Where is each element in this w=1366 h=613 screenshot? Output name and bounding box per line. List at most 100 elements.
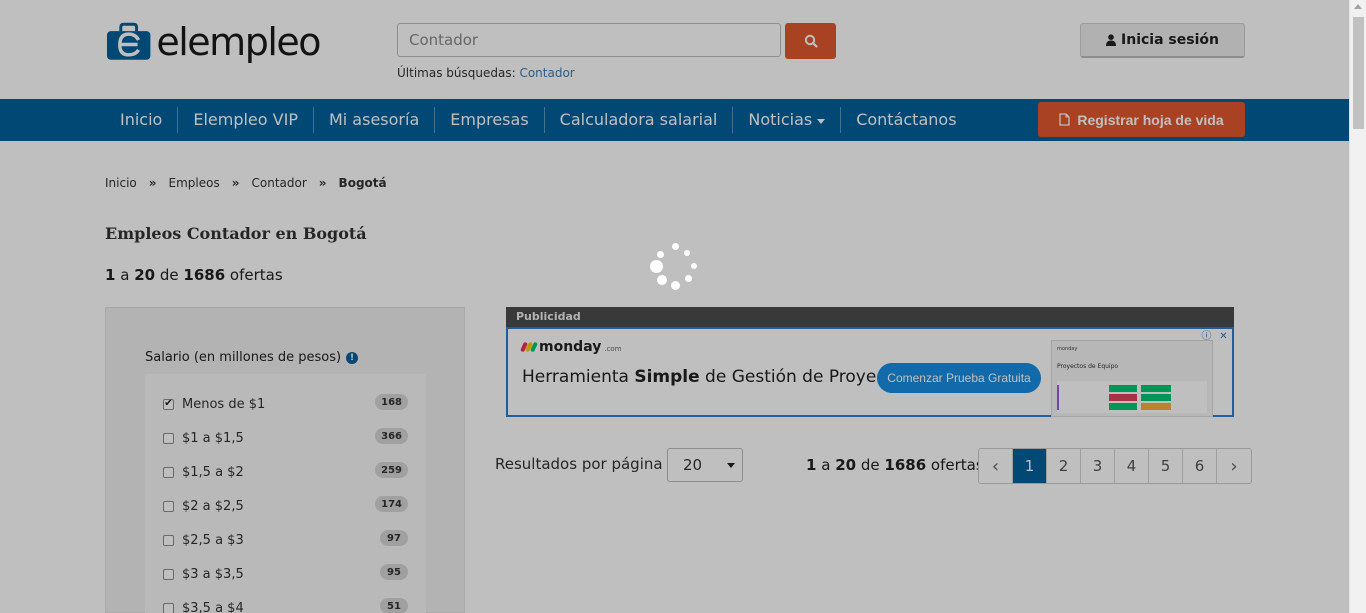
checkbox[interactable] [163,602,174,613]
page-title: Empleos Contador en Bogotá [105,224,367,243]
scrollbar-thumb[interactable] [1353,17,1364,129]
page-button-1[interactable]: 1 [1013,449,1047,483]
checkbox[interactable]: ✔ [163,398,174,410]
nav-item-elempleo-vip[interactable]: Elempleo VIP [178,107,314,133]
range-start: 1 [105,266,116,284]
results-summary: 1 a 20 de 1686 ofertas [806,456,984,474]
nav-item-calculadora-salarial[interactable]: Calculadora salarial [545,107,734,133]
breadcrumb-item-empleos[interactable]: Empleos [169,176,220,190]
per-page-label: Resultados por página [495,455,663,473]
filter-option-label: $1,5 a $2 [182,464,244,480]
filter-option[interactable]: $1,5 a $2 259 [163,462,408,482]
breadcrumb-separator: » [148,176,157,190]
filter-option-label: Menos de $1 [182,396,266,412]
filter-option[interactable]: $3,5 a $4 51 [163,598,408,613]
nav-item-mi-asesoria[interactable]: Mi asesoría [314,107,436,133]
search-icon [804,34,818,48]
breadcrumb-item-inicio[interactable]: Inicio [105,176,137,190]
count-badge: 259 [375,462,408,478]
breadcrumb-item-bogota: Bogotá [338,176,387,190]
nav-item-label: Mi asesoría [328,110,420,129]
breadcrumb: Inicio » Empleos » Contador » Bogotá [105,176,387,190]
nav-item-contactanos[interactable]: Contáctanos [841,107,971,133]
page-button-4[interactable]: 4 [1115,449,1149,483]
range-end: 20 [835,456,857,474]
filter-option[interactable]: $2 a $2,5 174 [163,496,408,516]
login-button[interactable]: Inicia sesión [1080,23,1245,58]
ad-preview-brand: monday [1057,346,1078,352]
range-connector: a [120,266,130,284]
breadcrumb-separator: » [231,176,240,190]
elempleo-logo[interactable]: elempleo [105,17,321,67]
page-button-3[interactable]: 3 [1081,449,1115,483]
info-icon[interactable]: ! [346,351,359,364]
salary-filter-title-text: Salario (en millones de pesos) [145,350,342,365]
count-badge: 97 [380,530,408,546]
filter-option-label: $2,5 a $3 [182,532,244,548]
register-cv-label: Registrar hoja de vida [1077,111,1224,128]
monday-logo-icon [520,341,538,353]
recent-searches-label: Últimas búsquedas: [397,66,516,80]
ad-brand-suffix: .com [604,345,622,353]
count-badge: 51 [380,598,408,613]
count-badge: 95 [380,564,408,580]
filter-option-label: $2 a $2,5 [182,498,244,514]
page-button-6[interactable]: 6 [1183,449,1217,483]
nav-item-label: Noticias [748,110,813,129]
ad-headline-bold: Simple [634,367,700,387]
site-header: elempleo Últimas búsquedas: Contador Ini… [0,0,1349,99]
ad-info-icon[interactable]: ⓘ [1200,330,1213,343]
of-label: de [159,266,179,284]
logo-text: elempleo [156,20,321,64]
nav-item-label: Elempleo VIP [193,110,298,129]
register-cv-button[interactable]: Registrar hoja de vida [1038,102,1245,137]
search-button[interactable] [785,23,836,59]
briefcase-logo-icon [106,22,151,60]
count-badge: 168 [375,394,408,410]
checkbox[interactable] [163,534,174,546]
prev-page-button[interactable]: ‹ [979,449,1013,483]
ad-banner[interactable]: monday .com Herramienta Simple de Gestió… [506,327,1234,417]
page-button-5[interactable]: 5 [1149,449,1183,483]
ad-preview-image: monday Proyectos de Equipo [1051,340,1213,417]
ad-cta-button[interactable]: Comenzar Prueba Gratuita [877,363,1041,393]
checkbox[interactable] [163,500,174,512]
loading-spinner-icon [648,243,700,293]
close-icon[interactable]: ✕ [1217,330,1230,343]
page-scrollbar[interactable] [1349,0,1366,613]
ad-headline-pre: Herramienta [522,367,635,387]
offers-label: ofertas [930,456,984,474]
nav-item-label: Calculadora salarial [559,110,718,129]
ad-controls: ⓘ ✕ [1200,330,1230,343]
user-icon [1106,34,1117,46]
per-page-select[interactable]: 20 [667,448,743,482]
recent-search-link[interactable]: Contador [519,66,574,80]
breadcrumb-item-contador[interactable]: Contador [252,176,307,190]
nav-item-noticias[interactable]: Noticias [733,107,842,133]
filter-option[interactable]: $1 a $1,5 366 [163,428,408,448]
filter-option[interactable]: $3 a $3,5 95 [163,564,408,584]
of-label: de [860,456,880,474]
search-input[interactable] [397,23,781,57]
results-count: 1 a 20 de 1686 ofertas [105,266,283,284]
page-button-2[interactable]: 2 [1047,449,1081,483]
ad-preview-title: Proyectos de Equipo [1057,363,1119,370]
login-label: Inicia sesión [1121,32,1219,48]
nav-item-inicio[interactable]: Inicio [105,107,179,133]
scroll-up-arrow-icon[interactable] [1354,4,1362,9]
next-page-button[interactable]: › [1217,449,1251,483]
checkbox[interactable] [163,432,174,444]
ad-brand: monday [539,339,602,355]
nav-item-empresas[interactable]: Empresas [435,107,545,133]
pagination: ‹ 1 2 3 4 5 6 › [978,448,1252,484]
chevron-down-icon [817,118,826,124]
checkbox[interactable] [163,568,174,580]
checkbox[interactable] [163,466,174,478]
salary-filter-title: Salario (en millones de pesos) ! [145,350,359,365]
ad-header: Publicidad [506,307,1234,327]
filter-option[interactable]: ✔ Menos de $1 168 [163,394,408,414]
filter-option[interactable]: $2,5 a $3 97 [163,530,408,550]
total-count: 1686 [183,266,226,284]
nav-item-label: Empresas [450,110,529,129]
filter-panel: Salario (en millones de pesos) ! ✔ Menos… [105,307,465,613]
